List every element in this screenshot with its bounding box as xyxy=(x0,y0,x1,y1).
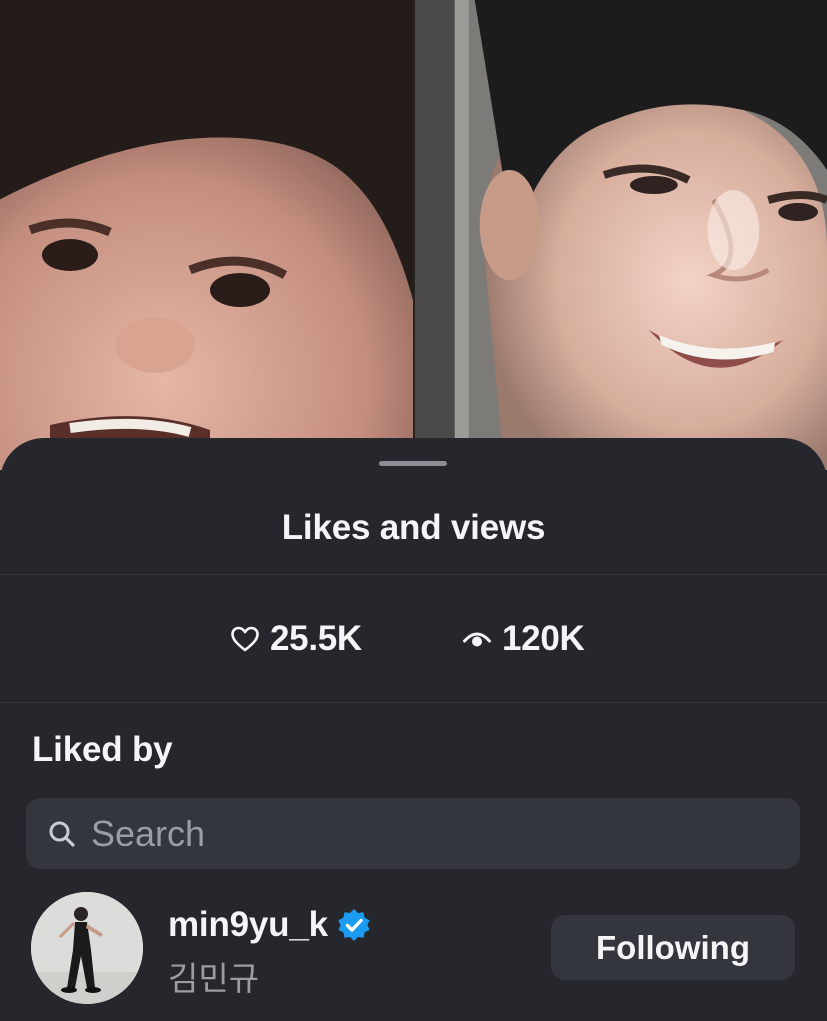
likes-views-sheet: Likes and views 25.5K 120K Liked by Sear… xyxy=(0,438,827,1021)
post-photo-right xyxy=(413,0,827,470)
following-button[interactable]: Following xyxy=(551,915,795,980)
full-name: 김민규 xyxy=(168,959,260,998)
divider xyxy=(0,702,827,703)
likes-count: 25.5K xyxy=(270,619,362,658)
likes-stat: 25.5K xyxy=(230,616,362,662)
sheet-title: Likes and views xyxy=(281,508,546,547)
liker-row[interactable]: min9yu_k 김민규 Following xyxy=(0,890,827,1006)
views-stat: 120K xyxy=(462,616,585,662)
liked-by-heading: Liked by xyxy=(32,730,173,769)
liker-info: min9yu_k 김민규 xyxy=(168,904,372,1000)
post-media xyxy=(0,0,827,470)
post-photo-left xyxy=(0,0,413,470)
verified-badge-icon xyxy=(336,907,372,943)
avatar[interactable] xyxy=(31,892,143,1004)
search-bar[interactable] xyxy=(26,798,800,869)
username[interactable]: min9yu_k xyxy=(168,905,328,945)
heart-icon xyxy=(230,625,260,653)
views-count: 120K xyxy=(502,619,585,658)
app-screen: Likes and views 25.5K 120K Liked by Sear… xyxy=(0,0,827,1021)
eye-icon xyxy=(462,627,492,651)
stats-row: 25.5K 120K xyxy=(0,616,827,662)
sheet-grabber[interactable] xyxy=(379,461,447,466)
divider xyxy=(0,574,827,575)
username-line: min9yu_k xyxy=(168,904,372,946)
search-input[interactable] xyxy=(91,803,771,864)
search-icon xyxy=(47,819,77,849)
